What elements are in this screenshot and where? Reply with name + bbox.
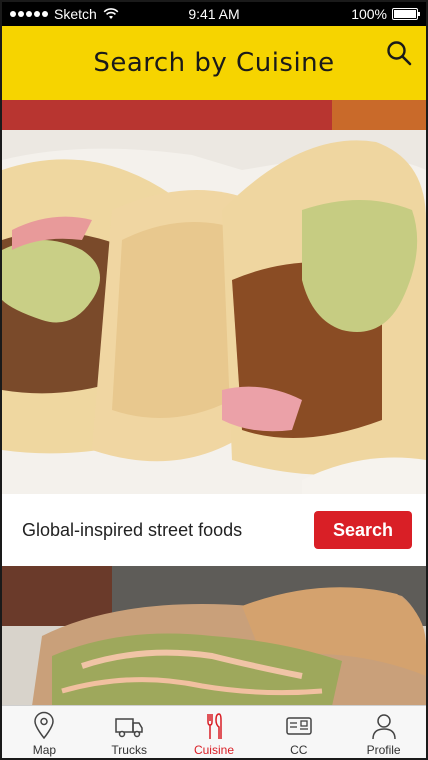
carrier-label: Sketch [54, 6, 97, 22]
hero-image[interactable] [2, 100, 426, 494]
tab-label-map: Map [32, 743, 57, 757]
search-button[interactable]: Search [314, 511, 412, 549]
status-bar: Sketch 9:41 AM 100% [2, 2, 426, 26]
tab-cc[interactable]: CC [256, 706, 341, 758]
tab-cuisine[interactable]: Cuisine [172, 706, 257, 758]
signal-icon [10, 11, 48, 17]
map-pin-icon [34, 711, 55, 740]
fork-knife-icon [207, 713, 222, 739]
tab-label-trucks: Trucks [111, 743, 147, 757]
caption-text: Global-inspired street foods [22, 519, 243, 540]
tacos-photo [2, 100, 426, 494]
sandwich-photo [2, 566, 426, 706]
caption-row: Global-inspired street foods Search [2, 494, 426, 566]
page-title: Search by Cuisine [93, 48, 335, 78]
tab-bar: Map Trucks Cuisine CC Profile [2, 705, 426, 758]
secondary-image[interactable] [2, 566, 426, 706]
status-right: 100% [351, 6, 420, 22]
card-icon [286, 717, 312, 735]
header-bar: Search by Cuisine [2, 26, 426, 100]
tab-trucks[interactable]: Trucks [87, 706, 172, 758]
truck-icon [115, 718, 143, 738]
tab-label-cc: CC [290, 743, 308, 757]
wifi-icon [103, 8, 119, 19]
search-icon[interactable] [386, 40, 412, 66]
tab-profile[interactable]: Profile [341, 706, 426, 758]
phone-screen: Sketch 9:41 AM 100% Search by Cuisine Gl… [0, 0, 428, 760]
tab-map[interactable]: Map [2, 706, 87, 758]
battery-percent: 100% [351, 6, 387, 22]
battery-icon [392, 8, 420, 20]
tab-label-profile: Profile [366, 743, 401, 757]
tab-label-cuisine: Cuisine [193, 743, 234, 757]
status-left: Sketch [10, 6, 119, 22]
profile-icon [371, 714, 396, 740]
